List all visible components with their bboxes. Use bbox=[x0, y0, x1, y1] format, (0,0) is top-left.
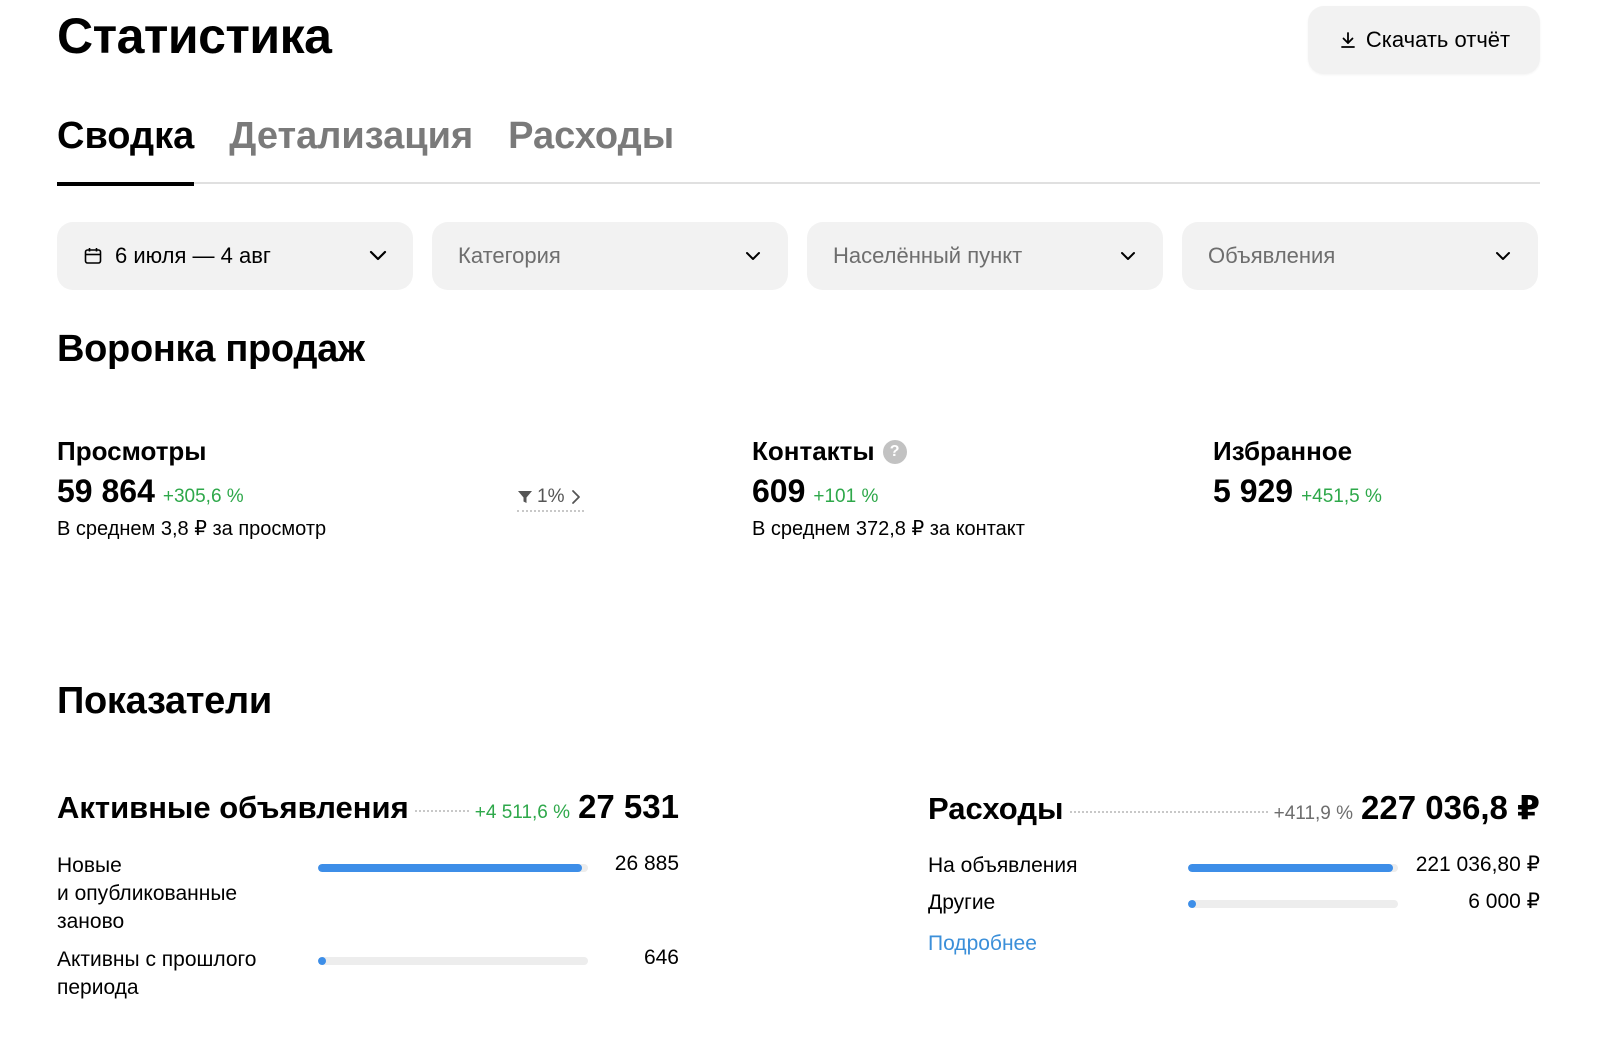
funnel-views: Просмотры 59 864 +305,6 % В среднем 3,8 … bbox=[57, 436, 326, 541]
download-report-button[interactable]: Скачать отчёт bbox=[1308, 6, 1540, 74]
download-icon bbox=[1340, 32, 1355, 48]
row-label-line: заново bbox=[57, 910, 125, 933]
active-ads-row-prev-value: 646 bbox=[643, 946, 679, 969]
active-ads-row-new-value: 26 885 bbox=[614, 852, 679, 875]
chevron-down-icon bbox=[746, 252, 760, 260]
chevron-down-icon bbox=[369, 250, 387, 261]
favorites-delta: +451,5 % bbox=[1301, 486, 1382, 507]
progress-bar bbox=[318, 864, 588, 872]
contacts-value: 609 bbox=[752, 473, 806, 509]
tab-summary[interactable]: Сводка bbox=[57, 108, 195, 186]
row-label-line: и опубликованные bbox=[57, 882, 238, 905]
progress-bar-fill bbox=[318, 864, 582, 872]
active-ads-delta: +4 511,6 % bbox=[474, 802, 571, 823]
progress-bar bbox=[318, 957, 588, 965]
progress-bar-fill bbox=[318, 957, 326, 965]
views-average: В среднем 3,8 ₽ за просмотр bbox=[57, 518, 327, 540]
active-ads-value: 27 531 bbox=[578, 788, 679, 825]
dotted-leader bbox=[414, 810, 469, 812]
expenses-delta: +411,9 % bbox=[1273, 803, 1354, 824]
contacts-average: В среднем 372,8 ₽ за контакт bbox=[752, 518, 1025, 540]
expenses-value: 227 036,8 ₽ bbox=[1361, 789, 1540, 826]
conversion-value: 1% bbox=[537, 486, 565, 507]
favorites-label: Избранное bbox=[1213, 436, 1353, 466]
active-ads-header: Активные объявления +4 511,6 % 27 531 bbox=[57, 788, 679, 826]
date-range-select[interactable]: 6 июля — 4 авг bbox=[57, 222, 413, 290]
tab-bar: Сводка Детализация Расходы bbox=[57, 108, 1540, 186]
page-title: Статистика bbox=[57, 8, 332, 64]
active-ads-row-prev-label: Активны с прошлого периода bbox=[57, 946, 256, 1002]
row-label-line: Активны с прошлого bbox=[57, 948, 257, 971]
chevron-right-icon bbox=[572, 490, 581, 504]
views-value: 59 864 bbox=[57, 473, 155, 509]
chevron-down-icon bbox=[1496, 252, 1510, 260]
download-report-label: Скачать отчёт bbox=[1365, 27, 1511, 52]
progress-bar-fill bbox=[1188, 900, 1196, 908]
expenses-label: Расходы bbox=[928, 791, 1064, 826]
category-select[interactable]: Категория bbox=[432, 222, 788, 290]
funnel-section-title: Воронка продаж bbox=[57, 328, 365, 370]
expenses-row-ads-label: На объявления bbox=[928, 854, 1078, 877]
help-icon[interactable]: ? bbox=[882, 439, 907, 464]
expenses-row-ads-value: 221 036,80 ₽ bbox=[1415, 853, 1540, 876]
filters-bar: 6 июля — 4 авг Категория Населённый пунк… bbox=[57, 222, 1540, 290]
filter-funnel-icon bbox=[518, 491, 532, 503]
progress-bar bbox=[1188, 900, 1398, 908]
active-ads-row-new-label: Новые и опубликованные заново bbox=[57, 852, 237, 936]
category-placeholder: Категория bbox=[458, 243, 561, 268]
date-range-value: 6 июля — 4 авг bbox=[115, 243, 271, 268]
expenses-header: Расходы +411,9 % 227 036,8 ₽ bbox=[928, 788, 1540, 827]
dotted-leader bbox=[1069, 811, 1268, 813]
ads-select[interactable]: Объявления bbox=[1182, 222, 1538, 290]
indicators-section-title: Показатели bbox=[57, 680, 272, 722]
expenses-row-other-label: Другие bbox=[928, 891, 996, 914]
views-label: Просмотры bbox=[57, 436, 207, 466]
progress-bar-fill bbox=[1188, 864, 1393, 872]
calendar-icon bbox=[84, 248, 102, 264]
row-label-line: периода bbox=[57, 976, 139, 999]
conversion-link[interactable]: 1% bbox=[517, 486, 585, 512]
more-details-link[interactable]: Подробнее bbox=[928, 932, 1037, 956]
row-label-line: Новые bbox=[57, 854, 122, 877]
locality-select[interactable]: Населённый пункт bbox=[807, 222, 1163, 290]
contacts-delta: +101 % bbox=[813, 486, 879, 507]
expenses-row-other-value: 6 000 ₽ bbox=[1468, 890, 1540, 913]
funnel-favorites: Избранное 5 929 +451,5 % bbox=[1213, 436, 1382, 510]
progress-bar bbox=[1188, 864, 1398, 872]
ads-placeholder: Объявления bbox=[1208, 243, 1336, 268]
locality-placeholder: Населённый пункт bbox=[833, 243, 1023, 268]
favorites-value: 5 929 bbox=[1213, 473, 1294, 509]
tab-details[interactable]: Детализация bbox=[229, 108, 473, 184]
views-delta: +305,6 % bbox=[162, 486, 244, 507]
funnel-contacts: Контакты ? 609 +101 % В среднем 372,8 ₽ … bbox=[752, 436, 1025, 541]
active-ads-label: Активные объявления bbox=[57, 790, 409, 825]
contacts-label: Контакты bbox=[752, 436, 875, 466]
chevron-down-icon bbox=[1121, 252, 1135, 260]
tab-expenses[interactable]: Расходы bbox=[508, 108, 674, 184]
